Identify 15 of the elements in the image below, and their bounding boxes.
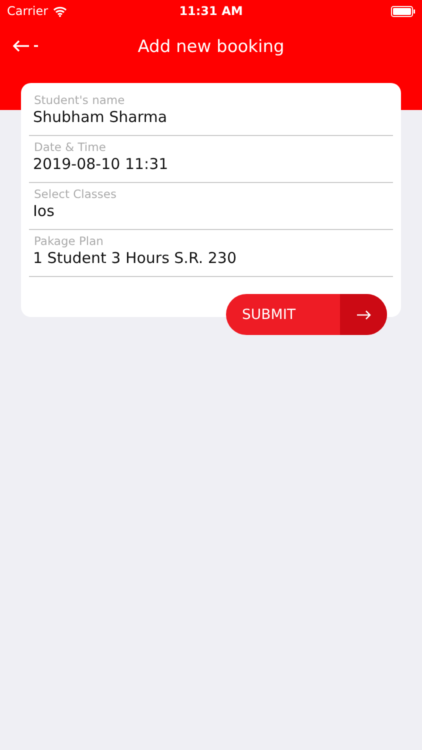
submit-button[interactable]: SUBMIT bbox=[226, 294, 387, 335]
field-label: Student's name bbox=[33, 93, 126, 107]
input-field[interactable]: 1 Student 3 Hours S.R. 230 bbox=[29, 248, 393, 277]
input-field[interactable]: 2019-08-10 11:31 bbox=[29, 154, 393, 183]
field-label: Select Classes bbox=[33, 187, 118, 201]
back-arrow-icon[interactable] bbox=[13, 40, 40, 52]
field-label: Date & Time bbox=[33, 140, 107, 154]
clock-time: 11:31 AM bbox=[179, 4, 243, 18]
page-title: Add new booking bbox=[138, 37, 284, 57]
input-field[interactable]: Shubham Sharma bbox=[29, 107, 393, 136]
battery-icon bbox=[390, 6, 415, 16]
carrier-label: Carrier bbox=[7, 4, 48, 18]
input-field[interactable]: Ios bbox=[29, 201, 393, 230]
field-label: Pakage Plan bbox=[33, 234, 104, 248]
wifi-icon bbox=[53, 6, 68, 16]
